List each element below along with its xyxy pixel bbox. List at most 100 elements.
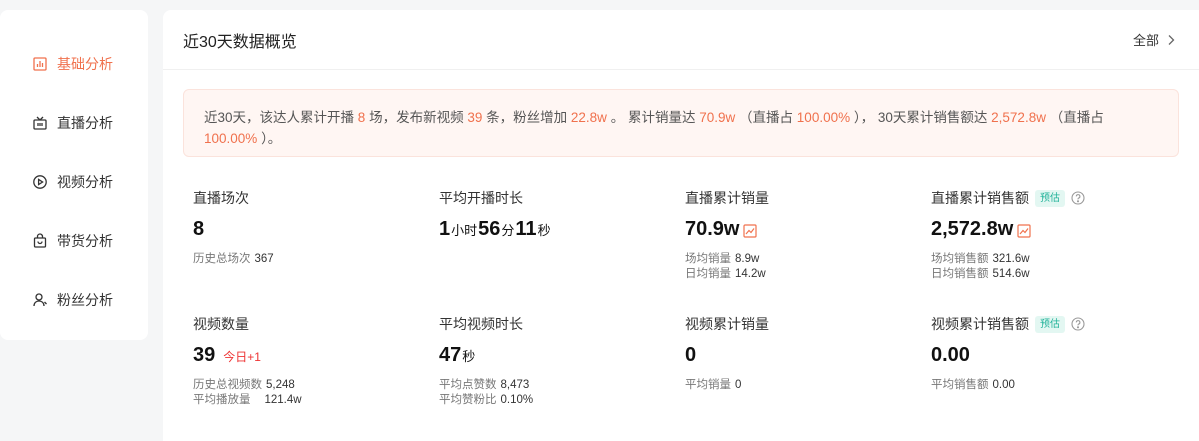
sidebar-item-sales-analysis[interactable]: 带货分析: [0, 211, 148, 270]
summary-text: 。 累计销量达: [610, 110, 696, 125]
stat-sub: 平均销量 0: [685, 378, 915, 393]
stat-label: 平均视频时长: [439, 316, 523, 332]
help-icon[interactable]: [1071, 191, 1085, 205]
sub-value: 14.2w: [735, 268, 766, 280]
stat-sub: 场均销售额 321.6w: [931, 252, 1161, 267]
view-all-link[interactable]: 全部: [1133, 30, 1177, 49]
sub-value: 121.4w: [264, 394, 302, 406]
chevron-right-icon: [1168, 34, 1175, 45]
sidebar-item-label: 粉丝分析: [57, 291, 113, 308]
stat-label: 平均开播时长: [439, 190, 523, 206]
stat-subs: 场均销量 8.9w 日均销量 14.2w: [685, 252, 915, 282]
stat-sub: 日均销售额 514.6w: [931, 267, 1161, 282]
stat-subs: 平均点赞数 8,473 平均赞粉比 0.10%: [439, 378, 669, 408]
summary-gmv-live-pct: 100.00%: [204, 131, 258, 146]
trend-chart-icon[interactable]: [1017, 224, 1031, 238]
summary-text: 近30天，该达人累计开播: [204, 110, 355, 125]
stat-value: 8: [193, 218, 423, 244]
stat-label: 直播累计销量: [685, 190, 769, 206]
sub-value: 0.00: [992, 379, 1015, 391]
unit-hours: 小时: [451, 223, 478, 238]
unit-minutes: 分: [501, 223, 515, 238]
sub-value: 8,473: [500, 379, 530, 391]
sidebar-item-label: 基础分析: [57, 55, 113, 72]
stat-value: 70.9w: [685, 218, 915, 244]
stat-label: 直播累计销售额 预估: [931, 188, 1161, 208]
sidebar-item-live-analysis[interactable]: 直播分析: [0, 93, 148, 152]
stat-number: 70.9w: [685, 218, 740, 240]
sidebar-item-label: 视频分析: [57, 173, 113, 190]
sub-value: 0: [735, 379, 742, 391]
stat-number: 47: [439, 344, 462, 366]
stat-sub: 日均销量 14.2w: [685, 267, 915, 282]
duration-minutes: 56: [478, 218, 501, 240]
view-all-label: 全部: [1132, 33, 1159, 48]
help-icon[interactable]: [1071, 317, 1085, 331]
stat-sub: 平均销售额 0.00: [931, 378, 1161, 393]
estimate-badge: 预估: [1035, 315, 1065, 333]
stat-subs: 场均销售额 321.6w 日均销售额 514.6w: [931, 252, 1161, 282]
duration-hours: 1: [439, 218, 451, 240]
summary-text: ）。: [261, 131, 282, 146]
stat-number: 8: [193, 218, 205, 240]
stat-sub: 平均播放量 121.4w: [193, 393, 423, 408]
sub-label: 平均赞粉比: [439, 394, 497, 406]
stat-avg-live-duration: 平均开播时长 1 小时 56 分 11 秒: [439, 188, 669, 244]
stat-number: 39: [193, 344, 216, 366]
trend-chart-icon[interactable]: [743, 224, 758, 238]
sub-value: 5,248: [266, 379, 295, 391]
summary-text: ）， 30天累计销售额达: [853, 110, 988, 125]
stat-subs: 历史总场次 367: [193, 252, 423, 267]
summary-video-count: 39: [467, 110, 483, 125]
stat-number: 0.00: [931, 344, 970, 366]
stat-value: 2,572.8w: [931, 218, 1161, 244]
sub-label: 历史总场次: [193, 253, 251, 265]
stat-value: 47 秒: [439, 344, 669, 370]
sidebar: 基础分析 直播分析 视频分析 带货分析 粉丝分析: [0, 10, 148, 340]
sub-value: 0.10%: [500, 394, 534, 406]
estimate-badge: 预估: [1035, 189, 1065, 207]
summary-live-count: 8: [357, 110, 366, 125]
stat-label-text: 视频累计销售额: [931, 316, 1029, 332]
page-title: 近30天数据概览: [183, 33, 297, 51]
sub-label: 场均销量: [685, 253, 731, 265]
summary-gmv: 2,572.8w: [991, 110, 1046, 125]
summary-sales-live-pct: 100.00%: [796, 110, 851, 125]
stat-sub: 历史总场次 367: [193, 252, 423, 267]
sidebar-item-label: 带货分析: [57, 232, 113, 249]
today-increment: 今日+1: [223, 350, 261, 364]
stat-live-sales: 直播累计销量 70.9w 场均销量 8.9w 日均销量 14.2w: [685, 188, 915, 282]
summary-fans-gain: 22.8w: [570, 110, 607, 125]
stat-video-gmv: 视频累计销售额 预估 0.00 平均销售额 0.00: [931, 314, 1161, 393]
summary-text: 条，粉丝增加: [486, 110, 568, 125]
sub-label: 平均销量: [685, 379, 731, 391]
stat-live-sessions: 直播场次 8 历史总场次 367: [193, 188, 423, 267]
sub-value: 8.9w: [735, 253, 760, 265]
live-tv-icon: [32, 115, 48, 131]
shopping-bag-icon: [32, 232, 48, 249]
summary-text: （直播占: [1049, 110, 1104, 125]
stat-video-count: 视频数量 39 今日+1 历史总视频数 5,248 平均播放量 121.4w: [193, 314, 423, 408]
summary-banner: 近30天，该达人累计开播 8 场，发布新视频 39 条，粉丝增加 22.8w 。…: [183, 89, 1179, 157]
play-circle-icon: [32, 174, 48, 190]
stat-value: 0.00: [931, 344, 1161, 370]
sub-label: 平均销售额: [931, 379, 989, 391]
stat-sub: 场均销量 8.9w: [685, 252, 915, 267]
stat-video-sales: 视频累计销量 0 平均销量 0: [685, 314, 915, 393]
sub-label: 平均点赞数: [439, 379, 497, 391]
stat-number: 0: [685, 344, 697, 366]
panel-header: 近30天数据概览 全部: [163, 10, 1199, 70]
sidebar-item-video-analysis[interactable]: 视频分析: [0, 152, 148, 211]
stat-sub: 平均赞粉比 0.10%: [439, 393, 669, 408]
stat-sub: 平均点赞数 8,473: [439, 378, 669, 393]
sub-label: 场均销售额: [931, 253, 989, 265]
sidebar-item-fans-analysis[interactable]: 粉丝分析: [0, 270, 148, 329]
stat-subs: 平均销量 0: [685, 378, 915, 393]
stat-label: 直播场次: [193, 190, 249, 206]
user-icon: [32, 292, 48, 308]
sidebar-item-basic-analysis[interactable]: 基础分析: [0, 34, 148, 93]
stat-label: 视频数量: [193, 316, 249, 332]
unit-seconds: 秒: [462, 349, 476, 364]
stat-live-gmv: 直播累计销售额 预估 2,572.8w 场均销售额 321.6w 日均销售额 514…: [931, 188, 1161, 282]
stat-label: 视频累计销量: [685, 316, 769, 332]
